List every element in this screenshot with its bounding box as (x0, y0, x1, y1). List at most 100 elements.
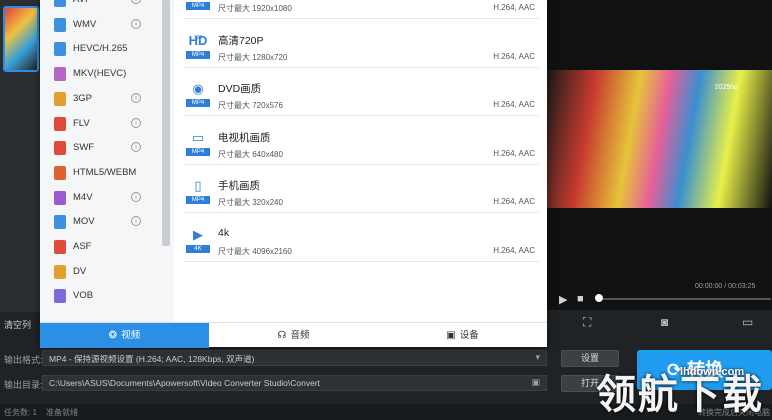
format-item[interactable]: WMV i (40, 13, 174, 37)
option-size: 尺寸最大 640x480 (218, 149, 283, 159)
camera-icon[interactable]: ◙ (661, 315, 668, 329)
tab-video[interactable]: ❂ 视频 (40, 323, 209, 348)
format-item[interactable]: MKV(HEVC) (40, 62, 174, 86)
format-item-label: FLV (73, 117, 90, 129)
option-codec: H.264, AAC (493, 3, 535, 12)
option-name: 电视机画质 (218, 131, 271, 144)
quality-mark: ▶ (193, 226, 203, 242)
format-item[interactable]: DV (40, 260, 174, 284)
format-option[interactable]: ▭ MP4 电视机画质尺寸最大 640x480 H.264, AAC (184, 118, 539, 165)
format-option[interactable]: ◉ MP4 DVD画质尺寸最大 720x576 H.264, AAC (184, 69, 539, 116)
format-file-icon (54, 42, 66, 57)
seek-bar[interactable] (603, 298, 771, 300)
format-file-icon (54, 289, 66, 304)
status-text: 准备就绪 (46, 408, 78, 417)
format-badge: MP4 (186, 196, 210, 204)
format-badge: MP4 (186, 2, 210, 10)
preview-watermark-tag: 2025hu (714, 84, 738, 91)
format-item[interactable]: VOB (40, 284, 174, 308)
tab-audio[interactable]: ☊ 音频 (209, 323, 378, 348)
option-name: DVD画质 (218, 83, 262, 95)
format-item[interactable]: MOV i (40, 210, 174, 234)
format-file-icon (54, 215, 66, 230)
quality-icon: ▭ MP4 (186, 130, 210, 156)
clear-list-button[interactable]: 清空列 (4, 318, 31, 331)
info-icon[interactable]: i (131, 117, 141, 128)
output-dir-field[interactable]: C:\Users\ASUS\Documents\Apowersoft\Video… (42, 375, 547, 391)
option-size: 尺寸最大 320x240 (218, 198, 283, 207)
format-option[interactable]: ▯ MP4 手机画质尺寸最大 320x240 H.264, AAC (184, 166, 539, 213)
film-reel-icon: ❂ (108, 330, 118, 341)
quality-mark: ▯ (194, 178, 202, 193)
info-icon[interactable]: i (131, 191, 141, 202)
info-icon[interactable]: i (131, 0, 141, 4)
format-item[interactable]: SWF i (40, 136, 174, 160)
option-name: 4k (218, 226, 230, 239)
folder-icon[interactable]: ▭ (742, 315, 753, 329)
output-format-select[interactable]: MP4 - 保持源视频设置 (H.264; AAC, 128Kbps, 双声道)… (42, 350, 547, 366)
device-icon: ▣ (446, 330, 456, 341)
option-codec: H.264, AAC (493, 148, 535, 158)
option-size: 尺寸最大 1920x1080 (218, 4, 292, 13)
preview-frame: 2025hu (547, 70, 772, 208)
format-item[interactable]: 3GP i (40, 87, 174, 111)
format-item-label: SWF (73, 142, 95, 154)
stop-icon[interactable]: ■ (577, 293, 584, 305)
format-item-label: MKV(HEVC) (73, 68, 127, 80)
format-item-label: WMV (73, 18, 97, 30)
play-icon[interactable]: ▶ (559, 293, 567, 306)
format-item-label: DV (73, 265, 87, 277)
format-item-label: HTML5/WEBM (73, 166, 137, 178)
format-file-icon (54, 17, 66, 32)
format-options-list: 1080MP4尺寸最大 1920x1080H.264, AACHD720MP4高… (174, 0, 547, 322)
tab-device[interactable]: ▣ 设备 (378, 323, 547, 348)
quality-icon: ◉ MP4 (186, 81, 210, 107)
playback-time: 00:00:00 / 00:03:25 (695, 283, 756, 290)
watermark-url: lhdown.com (680, 366, 745, 378)
option-codec: H.264, AAC (493, 245, 535, 255)
option-codec: H.264, AAC (493, 197, 535, 206)
format-item-label: HEVC/H.265 (73, 43, 128, 55)
format-item-label: AVI (73, 0, 88, 5)
format-category-list: AVI i WMV i HEVC/H.265 MKV(HEVC) 3GP i FLV i SWF i H… (40, 0, 174, 322)
crop-icon[interactable]: ⛶ (583, 315, 591, 330)
format-item-label: M4V (73, 191, 93, 203)
format-file-icon (54, 240, 66, 254)
option-size: 尺寸最大 720x576 (218, 101, 283, 110)
quality-mark: ▭ (191, 129, 205, 145)
format-item[interactable]: M4V i (40, 186, 174, 210)
format-item[interactable]: HTML5/WEBM (40, 161, 174, 185)
format-badge: MP4 (186, 50, 210, 59)
format-popup: AVI i WMV i HEVC/H.265 MKV(HEVC) 3GP i FLV i SWF i H… (40, 0, 547, 348)
format-file-icon (54, 67, 66, 82)
format-item[interactable]: AVI i (40, 0, 174, 12)
format-item[interactable]: ASF (40, 235, 174, 259)
chevron-down-icon: ▾ (535, 352, 540, 362)
quality-icon: ▶ 4K (186, 227, 210, 253)
video-thumbnail[interactable] (3, 6, 39, 72)
format-file-icon (54, 0, 66, 7)
format-badge: 4K (186, 244, 210, 253)
info-icon[interactable]: i (131, 142, 141, 153)
format-badge: MP4 (186, 147, 210, 156)
format-option[interactable]: ▶ 4K 4k 尺寸最大 4096x2160 H.264, AAC (184, 215, 539, 262)
headphones-icon: ☊ (277, 330, 287, 341)
info-icon[interactable]: i (131, 92, 141, 103)
seek-handle[interactable] (595, 294, 603, 302)
browse-folder-icon[interactable]: ▣ (531, 377, 540, 388)
format-option[interactable]: HD 720 MP4 高清720P 尺寸最大 1280x720 H.264, AAC (184, 21, 539, 68)
option-codec: H.264, AAC (493, 100, 535, 109)
format-item-label: ASF (73, 241, 92, 252)
format-file-icon (54, 141, 66, 156)
format-item-label: MOV (73, 216, 95, 228)
info-icon[interactable]: i (131, 18, 141, 29)
format-item[interactable]: FLV i (40, 112, 174, 136)
info-icon[interactable]: i (131, 216, 141, 227)
output-format-value: MP4 - 保持源视频设置 (H.264; AAC, 128Kbps, 双声道) (49, 354, 255, 364)
quality-icon: ▯ MP4 (186, 178, 210, 204)
task-count: 任务数: 1 (4, 408, 37, 417)
format-option[interactable]: 1080MP4 尺寸最大 1920x1080 H.264, AAC (184, 0, 539, 19)
format-item[interactable]: HEVC/H.265 (40, 37, 174, 61)
option-name: 手机画质 (218, 180, 260, 192)
format-file-icon (54, 116, 66, 131)
